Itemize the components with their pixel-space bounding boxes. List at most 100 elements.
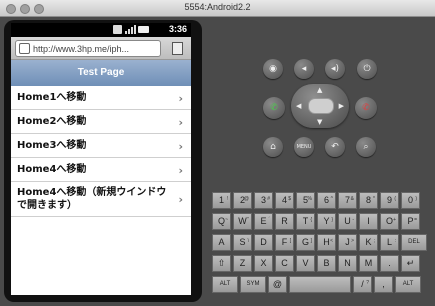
key[interactable]: 5% xyxy=(296,192,315,209)
key[interactable]: D xyxy=(254,234,273,251)
key[interactable]: I xyxy=(359,213,378,230)
menu-label: MENU xyxy=(296,144,312,150)
key[interactable]: W " xyxy=(233,213,252,230)
key-alt-label: - xyxy=(352,217,354,223)
key-alt-label: @ xyxy=(243,196,249,202)
key-label: X xyxy=(260,258,267,268)
key-label: N xyxy=(344,258,351,268)
list-item[interactable]: Home3へ移動 › xyxy=(11,134,191,158)
key[interactable]: K; xyxy=(359,234,378,251)
key-label: M xyxy=(364,258,373,268)
window-title: 5554:Android2.2 xyxy=(184,2,251,12)
key[interactable] xyxy=(289,276,351,293)
key[interactable]: Q ~ xyxy=(212,213,231,230)
key[interactable]: 2 @ xyxy=(233,192,252,209)
chevron-right-icon: › xyxy=(178,193,183,206)
dpad[interactable]: ▲ ▼ ◀ ▶ xyxy=(291,84,349,128)
window-titlebar: 5554:Android2.2 xyxy=(0,0,435,17)
key-label: E xyxy=(260,216,267,226)
menu-button[interactable]: MENU xyxy=(294,137,314,157)
key-label: , xyxy=(382,279,385,289)
volume-down-icon: ◂ xyxy=(301,64,307,74)
key[interactable]: ↵ xyxy=(401,255,420,272)
list-item[interactable]: Home4へ移動（新規ウインドウで開きます） › xyxy=(11,182,191,217)
bookmark-icon[interactable] xyxy=(172,42,183,55)
call-icon: ✆ xyxy=(270,103,278,113)
key[interactable]: A xyxy=(212,234,231,251)
key-label: 7 xyxy=(344,195,350,205)
key[interactable]: O + xyxy=(380,213,399,230)
key[interactable]: P = xyxy=(401,213,420,230)
device-screen: 3:36 http://www.3hp.me/iph... Test Page … xyxy=(11,23,191,295)
key[interactable]: L: xyxy=(380,234,399,251)
key[interactable]: F[ xyxy=(275,234,294,251)
dpad-center-button[interactable] xyxy=(308,98,334,114)
search-button[interactable]: ⌕ xyxy=(356,137,376,157)
key[interactable]: S \ xyxy=(233,234,252,251)
status-bar: 3:36 xyxy=(11,23,191,37)
volume-down-button[interactable]: ◂ xyxy=(294,59,314,79)
key[interactable]: B xyxy=(317,255,336,272)
key[interactable]: 9( xyxy=(380,192,399,209)
end-call-button[interactable]: ✆ xyxy=(355,97,377,119)
key[interactable]: U- xyxy=(338,213,357,230)
key[interactable]: 4 $ xyxy=(275,192,294,209)
key[interactable]: DEL xyxy=(401,234,427,251)
key[interactable]: 8 * xyxy=(359,192,378,209)
key[interactable]: ALT xyxy=(395,276,421,293)
key-label: D xyxy=(260,237,267,247)
home-button[interactable]: ⌂ xyxy=(263,137,283,157)
key-alt-label: ) xyxy=(415,196,417,202)
end-call-icon: ✆ xyxy=(362,103,370,113)
key-label: 9 xyxy=(386,195,392,205)
key-label: P xyxy=(407,216,414,226)
key[interactable]: , xyxy=(374,276,393,293)
volume-up-icon: ◂) xyxy=(330,64,340,74)
key[interactable]: 1! xyxy=(212,192,231,209)
key-label: 4 xyxy=(281,195,287,205)
camera-button[interactable]: ◉ xyxy=(263,59,283,79)
key[interactable]: @ xyxy=(268,276,287,293)
key[interactable]: R xyxy=(275,213,294,230)
key[interactable]: /? xyxy=(353,276,372,293)
sync-icon xyxy=(113,25,122,34)
key-alt-label: < xyxy=(330,238,333,244)
url-field[interactable]: http://www.3hp.me/iph... xyxy=(15,40,161,57)
key[interactable]: . xyxy=(380,255,399,272)
key[interactable]: Y} xyxy=(317,213,336,230)
key[interactable]: H < xyxy=(317,234,336,251)
back-button[interactable]: ↶ xyxy=(325,137,345,157)
key-label: I xyxy=(367,216,370,226)
key[interactable]: V xyxy=(296,255,315,272)
volume-up-button[interactable]: ◂) xyxy=(325,59,345,79)
key[interactable]: 0) xyxy=(401,192,420,209)
key[interactable]: 6 ^ xyxy=(317,192,336,209)
key-label: . xyxy=(388,258,391,268)
key[interactable]: T{ xyxy=(296,213,315,230)
call-button[interactable]: ✆ xyxy=(263,97,285,119)
power-button[interactable]: ⏻ xyxy=(357,59,377,79)
key-alt-label: % xyxy=(307,196,312,202)
key[interactable]: ⇧ xyxy=(212,255,231,272)
key[interactable]: X xyxy=(254,255,273,272)
key-label: ⇧ xyxy=(217,258,226,268)
key[interactable]: E ´ xyxy=(254,213,273,230)
key[interactable]: G] xyxy=(296,234,315,251)
key[interactable]: 7 & xyxy=(338,192,357,209)
key[interactable]: Z xyxy=(233,255,252,272)
emulator-window: 5554:Android2.2 3:36 http://www.3hp.me/i… xyxy=(0,0,435,306)
key[interactable]: ALT xyxy=(212,276,238,293)
key-alt-label: ~ xyxy=(225,217,228,223)
key[interactable]: N xyxy=(338,255,357,272)
key-label: Z xyxy=(239,258,246,268)
key[interactable]: J > xyxy=(338,234,357,251)
key-alt-label: ( xyxy=(394,196,396,202)
key[interactable]: C xyxy=(275,255,294,272)
key[interactable]: M xyxy=(359,255,378,272)
key[interactable]: 3 # xyxy=(254,192,273,209)
key[interactable]: SYM xyxy=(240,276,266,293)
list-item[interactable]: Home4へ移動 › xyxy=(11,158,191,182)
list-item[interactable]: Home2へ移動 › xyxy=(11,110,191,134)
list-item[interactable]: Home1へ移動 › xyxy=(11,86,191,110)
keyboard-row2: Q ~ W " E ´ R T{Y} U - I O + P = xyxy=(212,213,420,230)
